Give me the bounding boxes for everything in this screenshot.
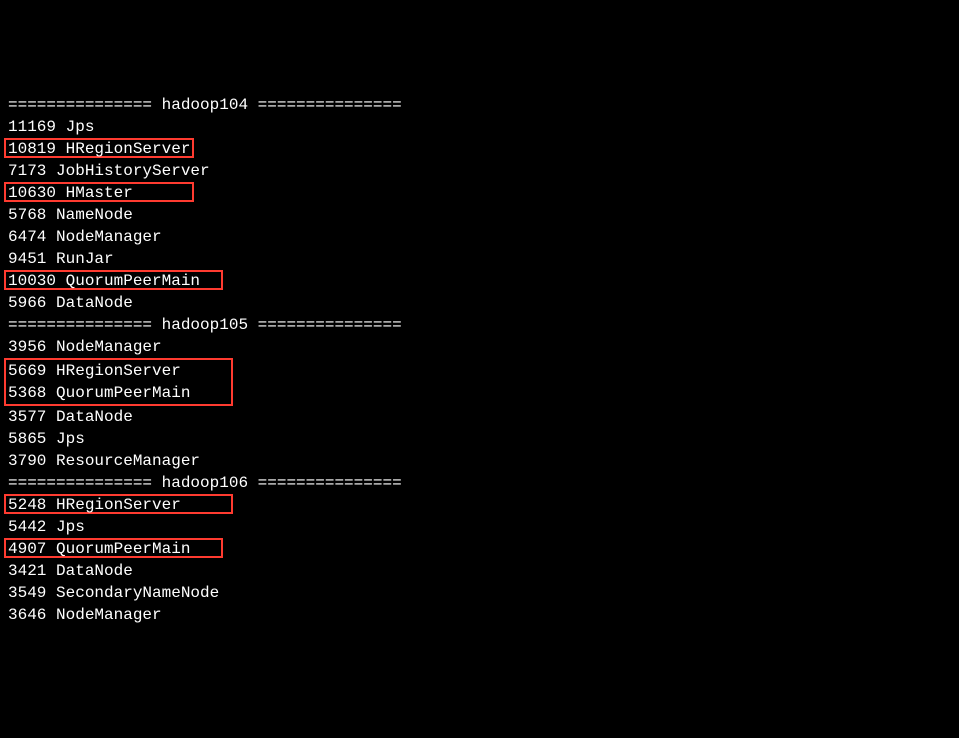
terminal-output: =============== hadoop104 ==============… [8,94,951,627]
process-line: 5442 Jps [8,516,951,538]
process-line: 3549 SecondaryNameNode [8,582,951,604]
process-line: 3577 DataNode [8,406,951,428]
process-line: 5865 Jps [8,428,951,450]
host-header: =============== hadoop104 ==============… [8,94,951,116]
host-header: =============== hadoop105 ==============… [8,314,951,336]
process-line: 3421 DataNode [8,560,951,582]
highlighted-process: 10030 QuorumPeerMain [4,270,223,290]
process-line: 3956 NodeManager [8,336,951,358]
host-header: =============== hadoop106 ==============… [8,472,951,494]
process-line: 6474 NodeManager [8,226,951,248]
process-line: 3646 NodeManager [8,604,951,626]
process-line: 5768 NameNode [8,204,951,226]
process-line: 11169 Jps [8,116,951,138]
process-line: 5966 DataNode [8,292,951,314]
process-line: 3790 ResourceManager [8,450,951,472]
highlighted-process: 4907 QuorumPeerMain [4,538,223,558]
process-line: 7173 JobHistoryServer [8,160,951,182]
process-line: 9451 RunJar [8,248,951,270]
highlighted-process: 10819 HRegionServer [4,138,194,158]
highlighted-process: 5248 HRegionServer [4,494,233,514]
highlighted-process-group: 5669 HRegionServer 5368 QuorumPeerMain [4,358,233,407]
highlighted-process: 10630 HMaster [4,182,194,202]
